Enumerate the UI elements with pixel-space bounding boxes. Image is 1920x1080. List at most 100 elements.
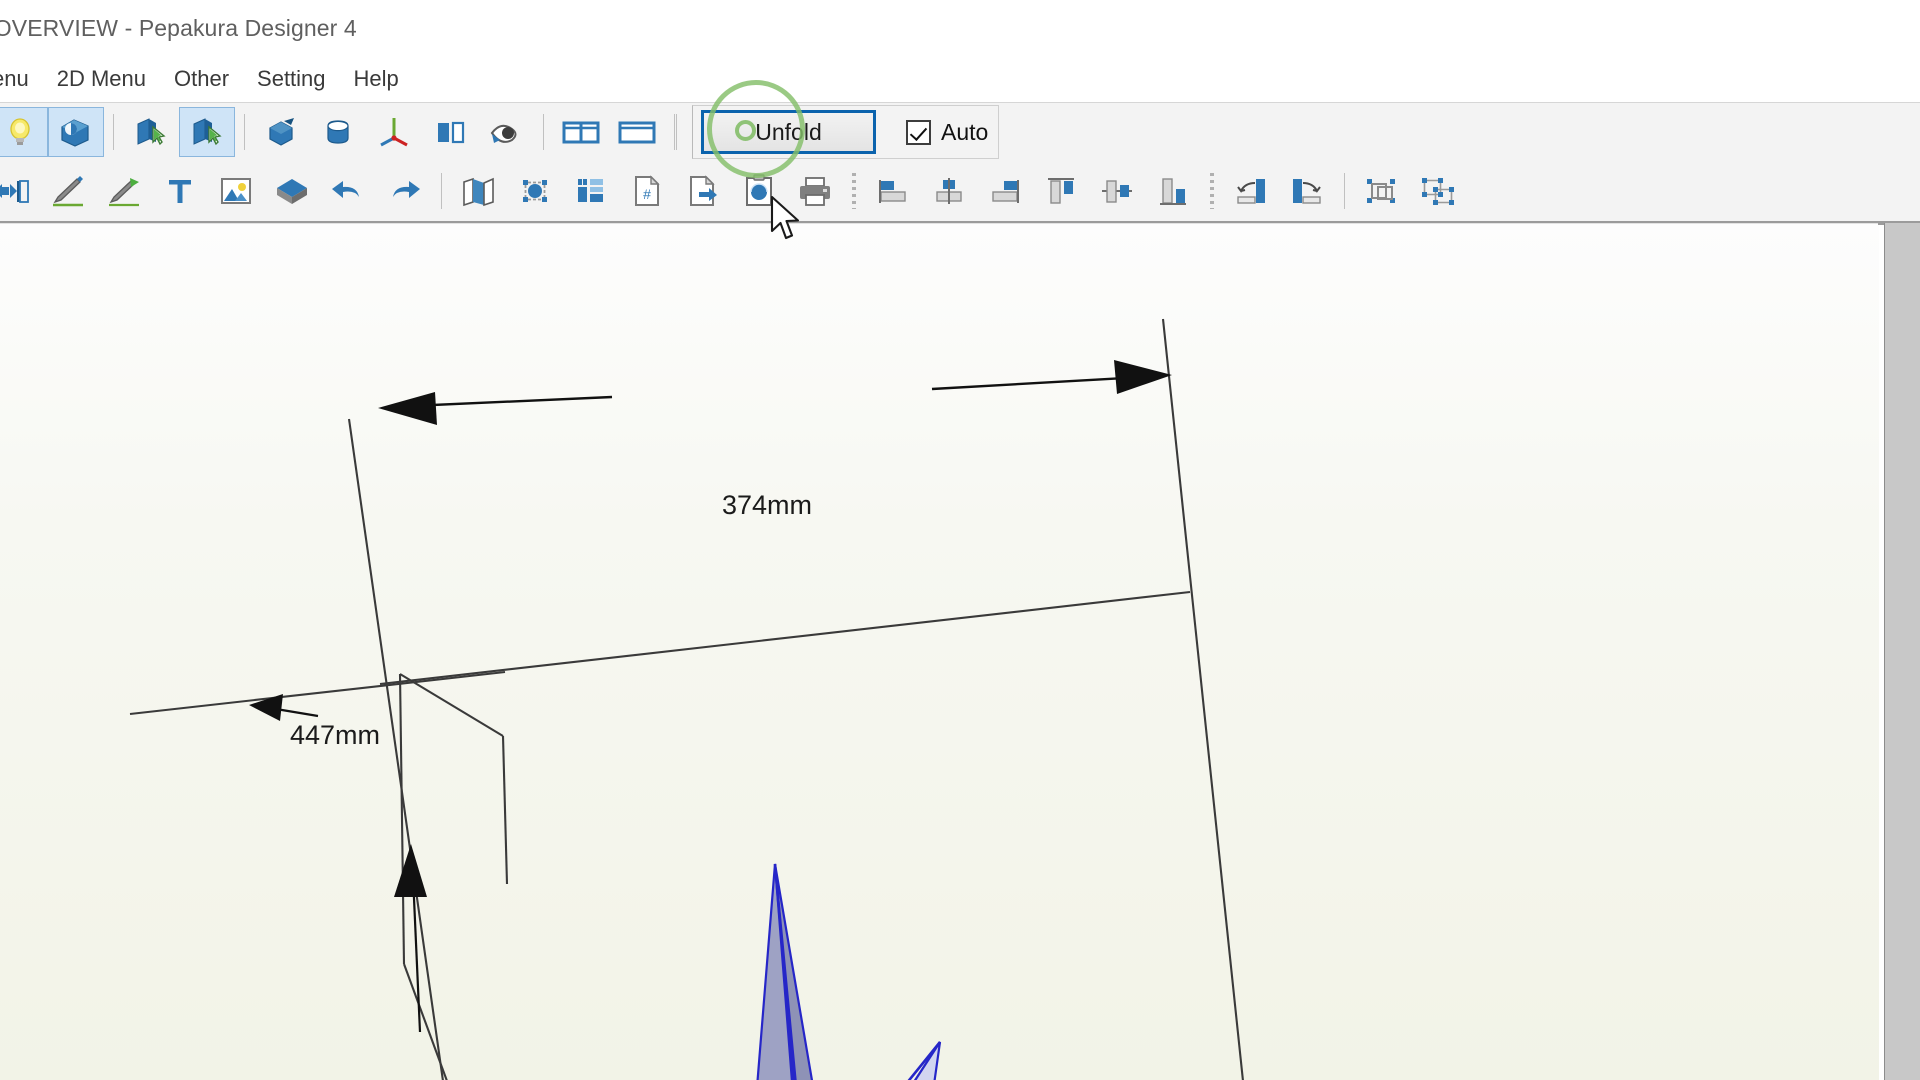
align-center-icon bbox=[931, 175, 967, 207]
toolbar-separator bbox=[676, 114, 677, 150]
textured-model-icon bbox=[58, 115, 94, 149]
select-all-button[interactable] bbox=[507, 166, 563, 216]
toolbar-separator bbox=[543, 114, 544, 150]
menu-other[interactable]: Other bbox=[160, 62, 243, 96]
title-bar: -OVERVIEW - Pepakura Designer 4 bbox=[0, 0, 1920, 57]
align-bottom-icon bbox=[1155, 175, 1191, 207]
copy-to-clipboard-button[interactable] bbox=[731, 166, 787, 216]
canvas-artboard: 374mm 447mm bbox=[0, 224, 1879, 1080]
select-all-icon bbox=[517, 175, 553, 207]
redo-button[interactable] bbox=[376, 166, 432, 216]
align-middle-icon bbox=[1099, 175, 1135, 207]
unfold-group: Unfold Auto bbox=[692, 105, 999, 159]
preview-button[interactable] bbox=[478, 107, 534, 157]
image-icon bbox=[218, 175, 254, 207]
align-top-button[interactable] bbox=[1033, 166, 1089, 216]
export-page-icon bbox=[687, 174, 719, 208]
align-left-button[interactable] bbox=[865, 166, 921, 216]
layout-single-icon bbox=[616, 115, 658, 149]
window-title: -OVERVIEW - Pepakura Designer 4 bbox=[0, 15, 357, 42]
rotate-left-button[interactable] bbox=[1223, 166, 1279, 216]
group-button[interactable] bbox=[1354, 166, 1410, 216]
menu-setting[interactable]: Setting bbox=[243, 62, 340, 96]
toolbar-separator bbox=[441, 173, 442, 209]
select-face-button[interactable] bbox=[123, 107, 179, 157]
flatten-button[interactable] bbox=[0, 166, 40, 216]
clipboard-copy-icon bbox=[742, 174, 776, 208]
toolbar-top: Unfold Auto bbox=[0, 103, 1920, 162]
pepakura-designer-window: -OVERVIEW - Pepakura Designer 4 enu 2D M… bbox=[0, 0, 1920, 1080]
align-right-icon bbox=[987, 175, 1023, 207]
undo-button[interactable] bbox=[320, 166, 376, 216]
unfold-map-icon bbox=[460, 175, 498, 207]
layout-single-button[interactable] bbox=[609, 107, 665, 157]
align-left-icon bbox=[875, 175, 911, 207]
auto-checkbox-row[interactable]: Auto bbox=[906, 119, 988, 146]
layout-vertical-icon bbox=[560, 115, 602, 149]
menu-bar: enu 2D Menu Other Setting Help bbox=[0, 56, 1920, 103]
width-dimension-annotation: 374mm bbox=[378, 360, 1172, 520]
group-icon bbox=[1363, 175, 1401, 207]
toggle-lighting-button[interactable] bbox=[0, 107, 48, 157]
toolbar-separator bbox=[113, 114, 114, 150]
edit-edge-button[interactable] bbox=[40, 166, 96, 216]
axis-icon bbox=[377, 114, 411, 150]
vertical-scrollbar[interactable] bbox=[1884, 223, 1920, 1080]
menu-help[interactable]: Help bbox=[340, 62, 413, 96]
edit-flap-button[interactable] bbox=[96, 166, 152, 216]
toolbar-separator bbox=[1344, 173, 1345, 209]
redo-icon bbox=[385, 175, 423, 207]
lightbulb-icon bbox=[3, 115, 37, 149]
design-canvas[interactable]: 374mm 447mm bbox=[0, 223, 1879, 1080]
model-with-cursor-alt-icon bbox=[189, 115, 225, 149]
width-dimension-label: 374mm bbox=[722, 490, 812, 520]
align-middle-button[interactable] bbox=[1089, 166, 1145, 216]
page-number-button[interactable]: # bbox=[619, 166, 675, 216]
split-panel-icon bbox=[433, 115, 467, 149]
add-shape-button[interactable] bbox=[264, 166, 320, 216]
select-part-button[interactable] bbox=[179, 107, 235, 157]
add-image-button[interactable] bbox=[208, 166, 264, 216]
flatten-icon bbox=[0, 175, 31, 207]
page-number-icon: # bbox=[631, 174, 663, 208]
auto-label: Auto bbox=[941, 119, 988, 146]
align-center-button[interactable] bbox=[921, 166, 977, 216]
pen-flap-icon bbox=[106, 175, 142, 207]
rotate-left-icon bbox=[1233, 175, 1269, 207]
pen-edge-icon bbox=[50, 175, 86, 207]
text-icon bbox=[164, 175, 196, 207]
toggle-texture-button[interactable] bbox=[48, 107, 104, 157]
page-layout-button[interactable] bbox=[563, 166, 619, 216]
align-top-icon bbox=[1043, 175, 1079, 207]
align-right-button[interactable] bbox=[977, 166, 1033, 216]
align-bottom-button[interactable] bbox=[1145, 166, 1201, 216]
toggle-panes-button[interactable] bbox=[422, 107, 478, 157]
undo-icon bbox=[329, 175, 367, 207]
menu-3d-menu[interactable]: enu bbox=[0, 62, 43, 96]
print-button[interactable] bbox=[787, 166, 843, 216]
layout-vertical-button[interactable] bbox=[553, 107, 609, 157]
menu-2d-menu[interactable]: 2D Menu bbox=[43, 62, 160, 96]
model-with-cursor-icon bbox=[133, 115, 169, 149]
cylinder-icon bbox=[321, 115, 355, 149]
ungroup-button[interactable] bbox=[1410, 166, 1466, 216]
unfold-button[interactable]: Unfold bbox=[701, 110, 876, 154]
cylinder-view-button[interactable] bbox=[310, 107, 366, 157]
auto-checkbox[interactable] bbox=[906, 120, 931, 145]
unfold-map-button[interactable] bbox=[451, 166, 507, 216]
show-axes-button[interactable] bbox=[366, 107, 422, 157]
page-guide-lines bbox=[130, 319, 1243, 1080]
papercraft-model[interactable] bbox=[594, 864, 1150, 1080]
add-text-button[interactable] bbox=[152, 166, 208, 216]
toolbar-separator bbox=[244, 114, 245, 150]
export-button[interactable] bbox=[675, 166, 731, 216]
ungroup-icon bbox=[1419, 175, 1457, 207]
toolbar-bottom: # bbox=[0, 161, 1920, 223]
solid-shape-icon bbox=[274, 175, 310, 207]
rotate-model-button[interactable] bbox=[254, 107, 310, 157]
rotate-right-button[interactable] bbox=[1279, 166, 1335, 216]
toolbar-separator bbox=[674, 114, 675, 150]
box-rotate-icon bbox=[264, 115, 300, 149]
page-layout-icon bbox=[573, 175, 609, 207]
height-dimension-label: 447mm bbox=[290, 720, 380, 750]
